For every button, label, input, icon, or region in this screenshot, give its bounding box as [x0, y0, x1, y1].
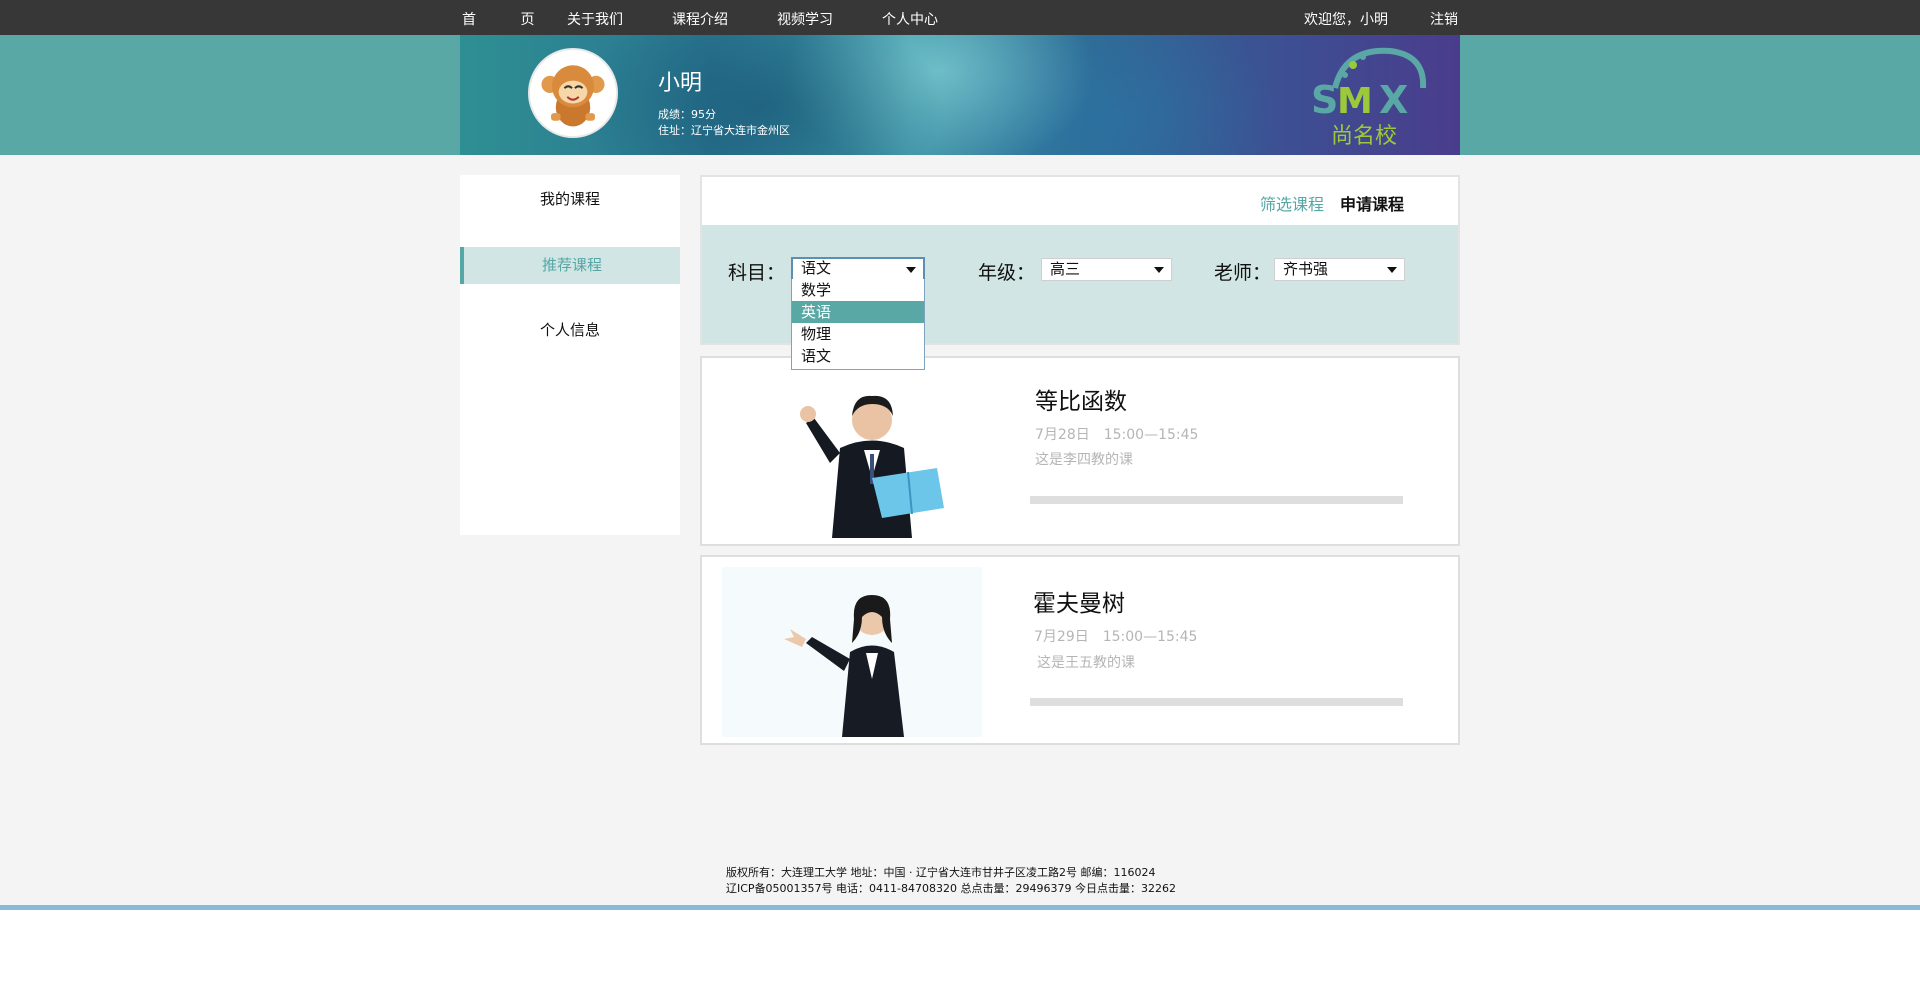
chevron-down-icon [906, 267, 916, 273]
svg-text:X: X [1379, 78, 1408, 122]
user-address: 住址：辽宁省大连市金州区 [658, 124, 790, 137]
svg-text:S: S [1311, 78, 1338, 122]
course-card[interactable]: 等比函数 7月28日 15:00—15:45 这是李四教的课 [700, 356, 1460, 546]
course-description: 这是李四教的课 [1035, 452, 1133, 468]
subject-label: 科目： [728, 262, 786, 284]
grade-select[interactable]: 高三 [1041, 258, 1172, 281]
course-progress-bar [1030, 698, 1403, 706]
nav-about-link[interactable]: 关于我们 [567, 9, 623, 29]
course-title: 霍夫曼树 [1033, 591, 1125, 617]
smx-logo-icon: S M X 尚名校 [1311, 47, 1427, 149]
top-nav-bar: 首 页 关于我们 课程介绍 视频学习 个人中心 欢迎您，小明 注销 [0, 0, 1920, 35]
teacher-select[interactable]: 齐书强 [1274, 258, 1405, 281]
course-teacher-photo [722, 368, 982, 538]
chevron-down-icon [1154, 267, 1164, 273]
logout-link[interactable]: 注销 [1430, 9, 1458, 29]
course-time: 7月29日 15:00—15:45 [1034, 629, 1198, 645]
course-title: 等比函数 [1035, 389, 1127, 415]
nav-video-link[interactable]: 视频学习 [777, 9, 833, 29]
teacher-label: 老师： [1214, 262, 1272, 284]
subject-option-chinese[interactable]: 语文 [792, 345, 924, 367]
subject-option-english[interactable]: 英语 [792, 301, 924, 323]
svg-text:尚名校: 尚名校 [1331, 124, 1397, 148]
course-description: 这是王五教的课 [1037, 655, 1135, 671]
sidebar-item-personal-info[interactable]: 个人信息 [460, 312, 680, 349]
female-teacher-icon [722, 567, 982, 737]
user-name: 小明 [658, 71, 703, 96]
welcome-text: 欢迎您，小明 [1304, 12, 1388, 28]
subject-dropdown-list: 数学 英语 物理 语文 [791, 279, 925, 370]
nav-home-link[interactable]: 首 页 [462, 9, 554, 29]
footer-divider [0, 905, 1920, 910]
subject-option-physics[interactable]: 物理 [792, 323, 924, 345]
footer-copyright: 版权所有：大连理工大学 地址：中国 · 辽宁省大连市甘井子区凌工路2号 邮编：1… [726, 866, 1156, 879]
sidebar: 我的课程 推荐课程 个人信息 [460, 175, 680, 535]
course-teacher-photo [722, 567, 982, 737]
course-progress-bar [1030, 496, 1403, 504]
footer-icp: 辽ICP备05001357号 电话：0411-84708320 总点击量：294… [726, 882, 1176, 895]
tab-filter-courses[interactable]: 筛选课程 [1260, 191, 1324, 215]
avatar [528, 48, 618, 138]
course-card[interactable]: 霍夫曼树 7月29日 15:00—15:45 这是王五教的课 [700, 555, 1460, 745]
nav-personal-center-link[interactable]: 个人中心 [882, 9, 938, 29]
grade-label: 年级： [978, 262, 1036, 284]
svg-text:M: M [1337, 81, 1373, 122]
school-logo: S M X 尚名校 [1305, 43, 1435, 149]
tabs-row: 筛选课程 申请课程 [702, 177, 1458, 225]
nav-courses-link[interactable]: 课程介绍 [672, 9, 728, 29]
monkey-avatar-icon [530, 50, 616, 136]
sidebar-item-my-courses[interactable]: 我的课程 [460, 181, 680, 218]
course-time: 7月28日 15:00—15:45 [1035, 427, 1199, 443]
grade-select-value: 高三 [1050, 260, 1081, 278]
user-score: 成绩：95分 [658, 108, 716, 121]
sidebar-item-recommended[interactable]: 推荐课程 [460, 247, 680, 284]
profile-banner: 小明 成绩：95分 住址：辽宁省大连市金州区 S M X 尚名校 [460, 35, 1460, 155]
teacher-select-value: 齐书强 [1283, 260, 1329, 278]
subject-option-math[interactable]: 数学 [792, 279, 924, 301]
chevron-down-icon [1387, 267, 1397, 273]
tab-apply-courses[interactable]: 申请课程 [1340, 191, 1404, 215]
male-teacher-icon [722, 368, 982, 538]
subject-select-value: 语文 [801, 259, 832, 277]
